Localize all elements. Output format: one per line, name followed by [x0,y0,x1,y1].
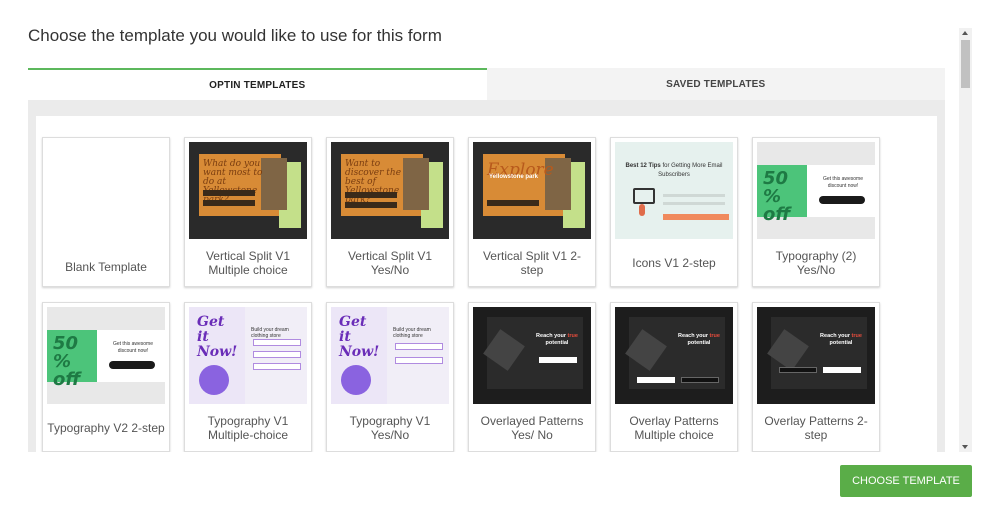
templates-panel: Blank Template What do you want most to … [28,100,945,452]
template-label: Vertical Split V1 Multiple choice [205,249,291,277]
envelope-icon [633,188,655,204]
tab-saved-templates[interactable]: SAVED TEMPLATES [486,68,945,100]
template-thumbnail: Reach your true potential [473,307,591,404]
template-thumbnail: Explore Yellowstone park [473,142,591,239]
templates-grid: Blank Template What do you want most to … [36,116,937,452]
template-thumbnail: Want to discover the best of Yellowstone… [331,142,449,239]
template-thumbnail: 50 % off Get this awesome discount now! [47,307,165,404]
template-card-icons-2step[interactable]: Best 12 Tips for Getting More Email Subs… [610,137,738,287]
template-card-blank[interactable]: Blank Template [42,137,170,287]
scroll-thumb[interactable] [961,40,970,88]
template-thumbnail: 50 % off Get this awesome discount now! [757,142,875,239]
page-title: Choose the template you would like to us… [28,26,442,45]
template-thumbnail: Reach your true potential [757,307,875,404]
template-label: Overlayed Patterns Yes/ No [480,414,584,442]
template-thumbnail: What do you want most to do at Yellowsto… [189,142,307,239]
template-thumbnail: Best 12 Tips for Getting More Email Subs… [615,142,733,239]
template-label: Overlay Patterns 2-step [764,414,868,442]
template-label: Typography (2) Yes/No [775,249,857,277]
template-label: Typography V1 Multiple-choice [207,414,289,442]
vertical-scrollbar[interactable] [959,28,972,452]
template-card-vertical-split-2step[interactable]: Explore Yellowstone park Vertical Split … [468,137,596,287]
template-tabs: OPTIN TEMPLATES SAVED TEMPLATES [28,68,945,100]
tab-optin-templates[interactable]: OPTIN TEMPLATES [28,68,487,100]
template-thumbnail: Get it Now! Build your dream clothing st… [189,307,307,404]
template-card-vertical-split-yesno[interactable]: Want to discover the best of Yellowstone… [326,137,454,287]
template-label: Vertical Split V1 2-step [482,249,582,277]
template-card-typography-v1-multiple[interactable]: Get it Now! Build your dream clothing st… [184,302,312,452]
template-label: Blank Template [65,260,147,274]
template-card-overlay-patterns-multiple[interactable]: Reach your true potential Overlay Patter… [610,302,738,452]
template-label: Vertical Split V1 Yes/No [347,249,433,277]
template-card-typography-v1-yesno[interactable]: Get it Now! Build your dream clothing st… [326,302,454,452]
template-label: Icons V1 2-step [632,256,716,270]
scroll-up-icon[interactable] [962,31,968,35]
template-label: Typography V1 Yes/No [349,414,431,442]
template-card-typography-v2-2step[interactable]: 50 % off Get this awesome discount now! … [42,302,170,452]
choose-template-button[interactable]: CHOOSE TEMPLATE [840,465,972,497]
template-card-vertical-split-multiple[interactable]: What do you want most to do at Yellowsto… [184,137,312,287]
template-card-overlay-patterns-2step[interactable]: Reach your true potential Overlay Patter… [752,302,880,452]
scroll-down-icon[interactable] [962,445,968,449]
template-label: Typography V2 2-step [47,421,165,435]
template-label: Overlay Patterns Multiple choice [629,414,719,442]
template-card-overlayed-patterns-yesno[interactable]: Reach your true potential Overlayed Patt… [468,302,596,452]
template-card-typography-2-yesno[interactable]: 50 % off Get this awesome discount now! … [752,137,880,287]
template-thumbnail: Reach your true potential [615,307,733,404]
template-thumbnail: Get it Now! Build your dream clothing st… [331,307,449,404]
